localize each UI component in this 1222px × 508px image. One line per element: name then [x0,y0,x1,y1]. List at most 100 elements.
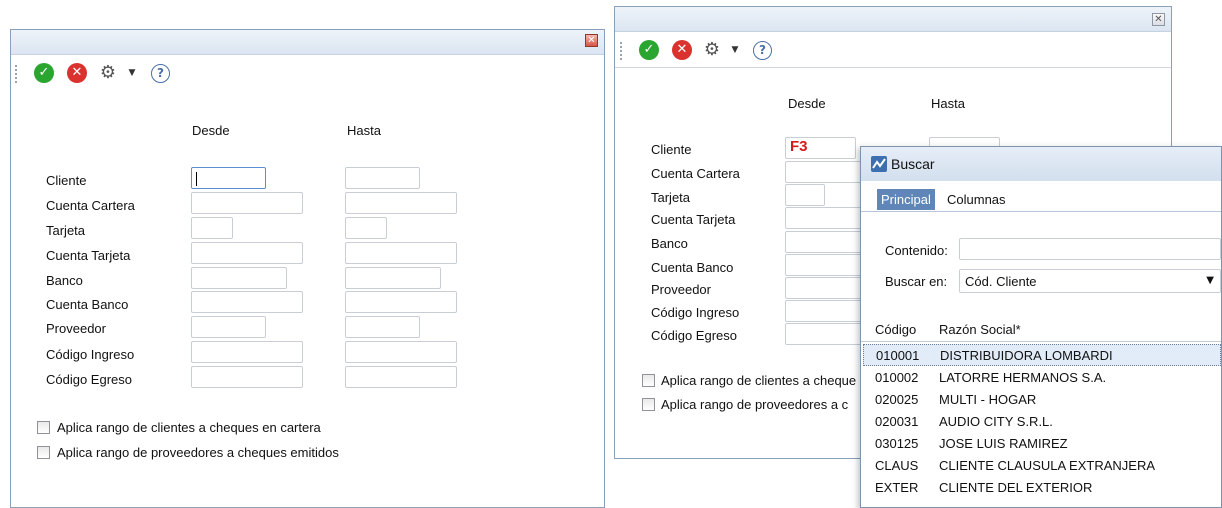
row-code: 010001 [876,348,920,363]
results-header: Código Razón Social* [861,317,1221,342]
left-title-bar [11,30,604,55]
label-tarjeta: Tarjeta [651,190,691,205]
label-tarjeta: Tarjeta [46,223,86,238]
label-banco: Banco [46,273,83,288]
label-cuenta-banco: Cuenta Banco [46,297,129,312]
codigo-ingreso-desde-input[interactable] [191,341,303,363]
help-icon[interactable]: ? [753,41,772,60]
label-cuenta-cartera: Cuenta Cartera [651,166,740,181]
cliente-hasta-input[interactable] [345,167,420,189]
banco-hasta-input[interactable] [345,267,441,289]
label-codigo-egreso: Código Egreso [651,328,737,343]
proveedores-range-checkbox[interactable] [37,446,50,459]
column-header-desde: Desde [788,96,826,111]
toolbar-grip [620,42,622,60]
row-name: DISTRIBUIDORA LOMBARDI [940,348,1113,363]
tarjeta-hasta-input[interactable] [345,217,387,239]
left-filter-window: ✕ ✓ ✕ ⚙ ▼ ? Desde Hasta Cliente Cuenta C… [10,29,605,508]
cuenta-cartera-desde-input[interactable] [785,161,865,183]
table-row[interactable]: 010002 LATORRE HERMANOS S.A. [863,367,1221,389]
proveedores-range-label[interactable]: Aplica rango de proveedores a c [661,397,848,412]
row-name: JOSE LUIS RAMIREZ [939,436,1068,451]
cliente-desde-input[interactable]: F3 [785,137,856,159]
column-header-hasta: Hasta [931,96,965,111]
row-code: 030125 [875,436,919,451]
right-toolbar: ✓ ✕ ⚙ ▼ ? [617,34,782,66]
clientes-range-checkbox[interactable] [37,421,50,434]
cuenta-banco-desde-input[interactable] [191,291,303,313]
table-row[interactable]: EXTER CLIENTE DEL EXTERIOR [863,477,1221,499]
cuenta-cartera-hasta-input[interactable] [345,192,457,214]
close-icon[interactable]: ✕ [585,34,598,47]
cuenta-tarjeta-hasta-input[interactable] [345,242,457,264]
f3-hint: F3 [790,138,808,155]
buscar-en-label: Buscar en: [885,274,948,289]
codigo-egreso-hasta-input[interactable] [345,366,457,388]
proveedor-desde-input[interactable] [191,316,266,338]
right-title-bar [615,7,1171,32]
toolbar-divider [615,67,1171,68]
label-cliente: Cliente [46,173,87,188]
buscar-en-select[interactable]: Cód. Cliente ▼ [959,269,1221,293]
chevron-down-icon[interactable]: ▼ [730,40,740,60]
cuenta-banco-desde-input[interactable] [785,254,865,276]
chevron-down-icon[interactable]: ▼ [127,63,137,83]
label-proveedor: Proveedor [46,321,106,336]
gear-icon[interactable]: ⚙ [702,40,722,60]
proveedor-desde-input[interactable] [785,277,865,299]
gear-icon[interactable]: ⚙ [98,63,118,83]
clientes-range-label[interactable]: Aplica rango de clientes a cheques en ca… [57,420,321,435]
table-row[interactable]: 020031 AUDIO CITY S.R.L. [863,411,1221,433]
search-dialog-title-bar: Buscar [861,147,1221,181]
chevron-down-icon: ▼ [1206,275,1214,286]
label-cliente: Cliente [651,142,692,157]
codigo-egreso-desde-input[interactable] [191,366,303,388]
column-header-codigo[interactable]: Código [875,322,916,337]
proveedor-hasta-input[interactable] [345,316,420,338]
banco-desde-input[interactable] [191,267,287,289]
check-circle-icon[interactable]: ✓ [34,63,54,83]
table-row[interactable]: 020025 MULTI - HOGAR [863,389,1221,411]
toolbar-grip [15,65,17,83]
check-circle-icon[interactable]: ✓ [639,40,659,60]
table-row[interactable]: CLAUS CLIENTE CLAUSULA EXTRANJERA [863,455,1221,477]
row-code: CLAUS [875,458,919,473]
label-proveedor: Proveedor [651,282,711,297]
column-header-razon-social[interactable]: Razón Social* [939,322,1021,337]
row-name: LATORRE HERMANOS S.A. [939,370,1107,385]
search-dialog: Buscar Principal Columnas Contenido: Bus… [860,146,1222,508]
table-row[interactable]: 030125 JOSE LUIS RAMIREZ [863,433,1221,455]
cancel-circle-icon[interactable]: ✕ [67,63,87,83]
tarjeta-desde-input[interactable] [191,217,233,239]
codigo-egreso-desde-input[interactable] [785,323,865,345]
proveedores-range-checkbox[interactable] [642,398,655,411]
buscar-en-value: Cód. Cliente [965,274,1037,289]
clientes-range-checkbox[interactable] [642,374,655,387]
label-cuenta-tarjeta: Cuenta Tarjeta [651,212,736,227]
codigo-ingreso-hasta-input[interactable] [345,341,457,363]
proveedores-range-label[interactable]: Aplica rango de proveedores a cheques em… [57,445,339,460]
contenido-input[interactable] [959,238,1221,260]
cuenta-banco-hasta-input[interactable] [345,291,457,313]
cuenta-tarjeta-desde-input[interactable] [785,207,865,229]
row-name: CLIENTE DEL EXTERIOR [939,480,1093,495]
codigo-ingreso-desde-input[interactable] [785,300,865,322]
cuenta-tarjeta-desde-input[interactable] [191,242,303,264]
cliente-desde-input[interactable] [191,167,266,189]
clientes-range-label[interactable]: Aplica rango de clientes a cheque [661,373,856,388]
cancel-circle-icon[interactable]: ✕ [672,40,692,60]
banco-desde-input[interactable] [785,231,865,253]
label-codigo-ingreso: Código Ingreso [651,305,740,320]
row-code: 010002 [875,370,919,385]
row-code: EXTER [875,480,919,495]
tarjeta-desde-input[interactable] [785,184,825,206]
cuenta-cartera-desde-input[interactable] [191,192,303,214]
help-icon[interactable]: ? [151,64,170,83]
table-row[interactable]: 010001 DISTRIBUIDORA LOMBARDI [863,344,1221,366]
tab-principal[interactable]: Principal [877,189,935,210]
label-codigo-egreso: Código Egreso [46,372,132,387]
tab-columnas[interactable]: Columnas [943,189,1010,210]
close-icon[interactable]: ✕ [1152,13,1165,26]
search-dialog-title: Buscar [891,156,935,172]
label-codigo-ingreso: Código Ingreso [46,347,135,362]
